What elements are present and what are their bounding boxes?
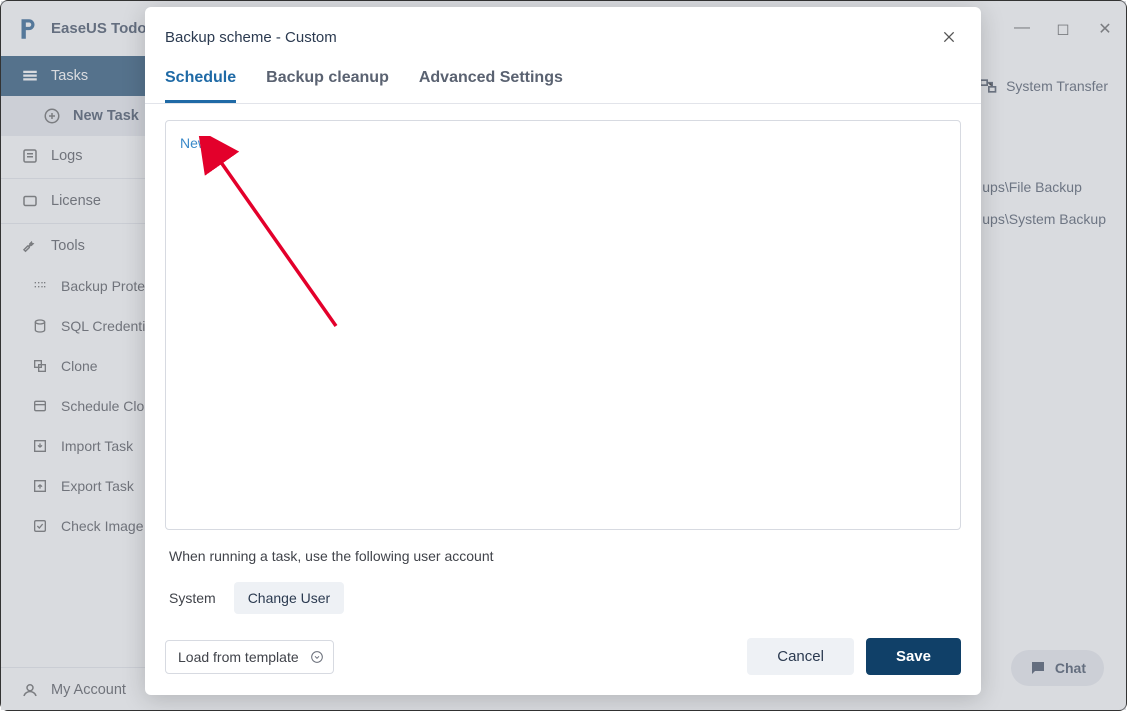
chevron-down-icon: [309, 649, 325, 665]
tab-advanced-settings[interactable]: Advanced Settings: [419, 59, 563, 102]
save-button[interactable]: Save: [866, 638, 961, 675]
modal-title: Backup scheme - Custom: [165, 29, 337, 46]
tab-backup-cleanup[interactable]: Backup cleanup: [266, 59, 389, 102]
modal-body: New… When running a task, use the follow…: [145, 104, 981, 628]
user-account-hint: When running a task, use the following u…: [169, 548, 957, 564]
user-account-label: System: [169, 590, 216, 606]
template-label: Load from template: [178, 649, 299, 665]
new-schedule-link[interactable]: New…: [180, 135, 222, 151]
modal-footer: Load from template Cancel Save: [145, 628, 981, 695]
cancel-button[interactable]: Cancel: [747, 638, 854, 675]
load-template-dropdown[interactable]: Load from template: [165, 640, 334, 674]
modal-tabs: Schedule Backup cleanup Advanced Setting…: [145, 59, 981, 104]
modal-close-button[interactable]: [937, 25, 961, 49]
modal-header: Backup scheme - Custom: [145, 7, 981, 59]
user-account-section: When running a task, use the following u…: [165, 530, 961, 614]
schedule-panel: New…: [165, 120, 961, 530]
tab-schedule[interactable]: Schedule: [165, 59, 236, 103]
change-user-button[interactable]: Change User: [234, 582, 345, 614]
backup-scheme-modal: Backup scheme - Custom Schedule Backup c…: [145, 7, 981, 695]
